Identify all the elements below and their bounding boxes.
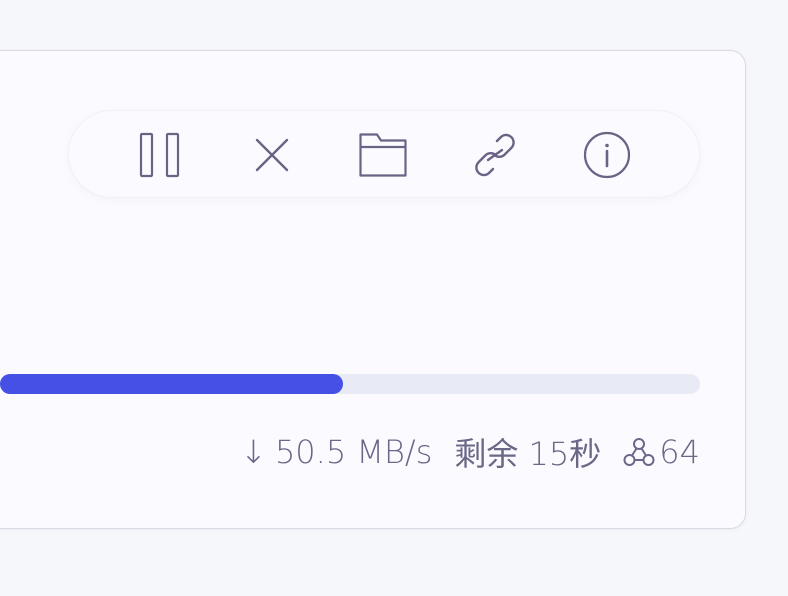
open-folder-button[interactable] <box>355 127 411 183</box>
close-icon <box>255 138 289 172</box>
copy-link-button[interactable] <box>467 127 523 183</box>
cancel-button[interactable] <box>244 127 300 183</box>
time-remaining: 剩余 15秒 <box>454 435 602 473</box>
download-speed: 50.5 MB/s <box>274 433 433 471</box>
peers-icon <box>623 438 655 466</box>
download-progress-fill <box>0 374 343 394</box>
download-stats: ↓ 50.5 MB/s 剩余 15秒 64 <box>240 428 700 476</box>
info-button[interactable] <box>579 127 635 183</box>
download-progress-bar <box>0 374 700 394</box>
pause-icon <box>139 132 180 178</box>
link-icon <box>475 133 515 177</box>
info-icon <box>583 131 631 179</box>
peer-count: 64 <box>659 433 700 471</box>
folder-icon <box>359 133 407 177</box>
download-arrow-icon: ↓ <box>240 433 267 471</box>
pause-button[interactable] <box>132 127 188 183</box>
